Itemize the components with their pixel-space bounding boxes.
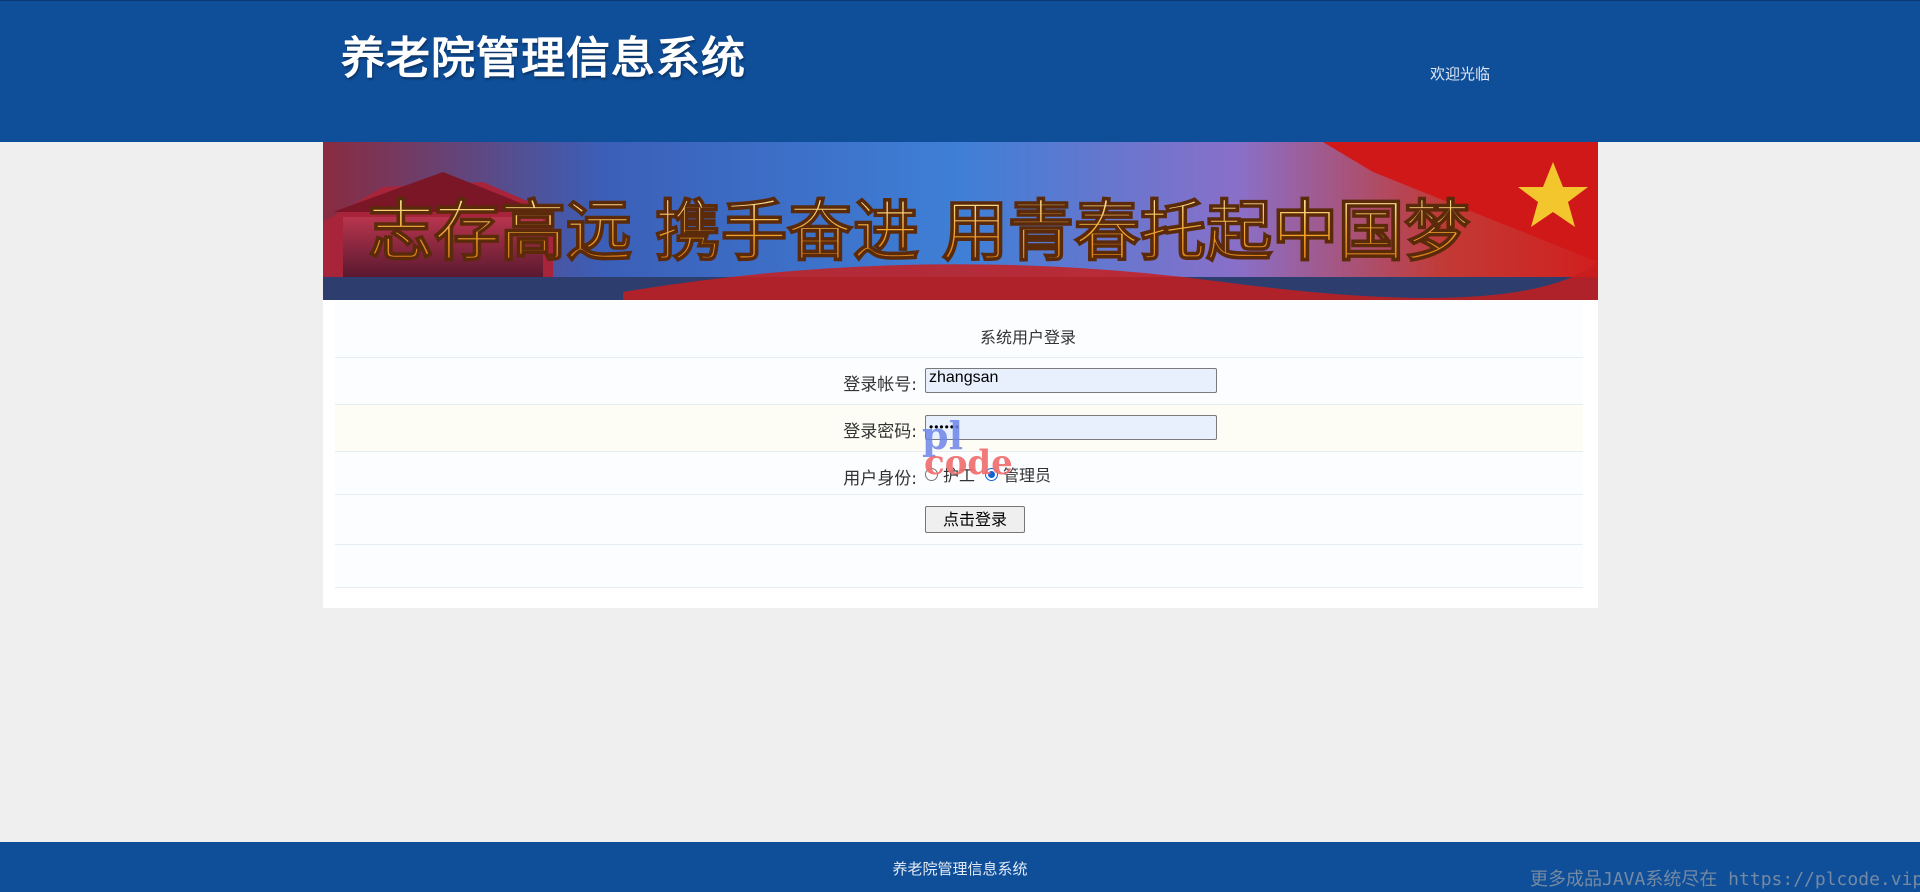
login-form: 系统用户登录 登录帐号: zhangsan 登录密码: •••••• 用户身份:…	[335, 300, 1583, 588]
banner-slogan: 志存高远 携手奋进 用青春托起中国梦	[368, 192, 1470, 270]
banner-image: 志存高远 携手奋进 用青春托起中国梦	[323, 142, 1598, 300]
site-header: 养老院管理信息系统 欢迎光临	[0, 0, 1920, 142]
role-label-nurse[interactable]: 护工	[943, 462, 975, 486]
welcome-text: 欢迎光临	[1430, 65, 1491, 83]
watermark-text: 更多成品JAVA系统尽在 https://plcode.vip	[1530, 869, 1920, 890]
login-button[interactable]: 点击登录	[925, 506, 1025, 533]
login-panel: 系统用户登录 登录帐号: zhangsan 登录密码: •••••• 用户身份:…	[323, 300, 1598, 608]
role-radio-group: 护工 管理员	[925, 462, 1061, 486]
empty-row	[335, 545, 1583, 588]
password-label: 登录密码:	[843, 422, 917, 442]
form-heading-row: 系统用户登录	[335, 300, 1583, 358]
role-radio-nurse[interactable]	[925, 467, 938, 481]
account-input[interactable]: zhangsan	[925, 368, 1217, 393]
password-row: 登录密码: ••••••	[335, 405, 1583, 452]
site-title: 养老院管理信息系统	[341, 33, 746, 84]
password-input[interactable]: ••••••	[925, 415, 1217, 440]
role-radio-admin[interactable]	[985, 467, 999, 481]
form-heading: 系统用户登录	[979, 328, 1076, 347]
submit-row: 点击登录	[335, 495, 1583, 545]
role-label-admin[interactable]: 管理员	[1003, 462, 1051, 486]
role-label: 用户身份:	[843, 469, 917, 489]
account-label: 登录帐号:	[843, 375, 917, 395]
account-row: 登录帐号: zhangsan	[335, 358, 1583, 405]
role-row: 用户身份: 护工 管理员	[335, 452, 1583, 495]
